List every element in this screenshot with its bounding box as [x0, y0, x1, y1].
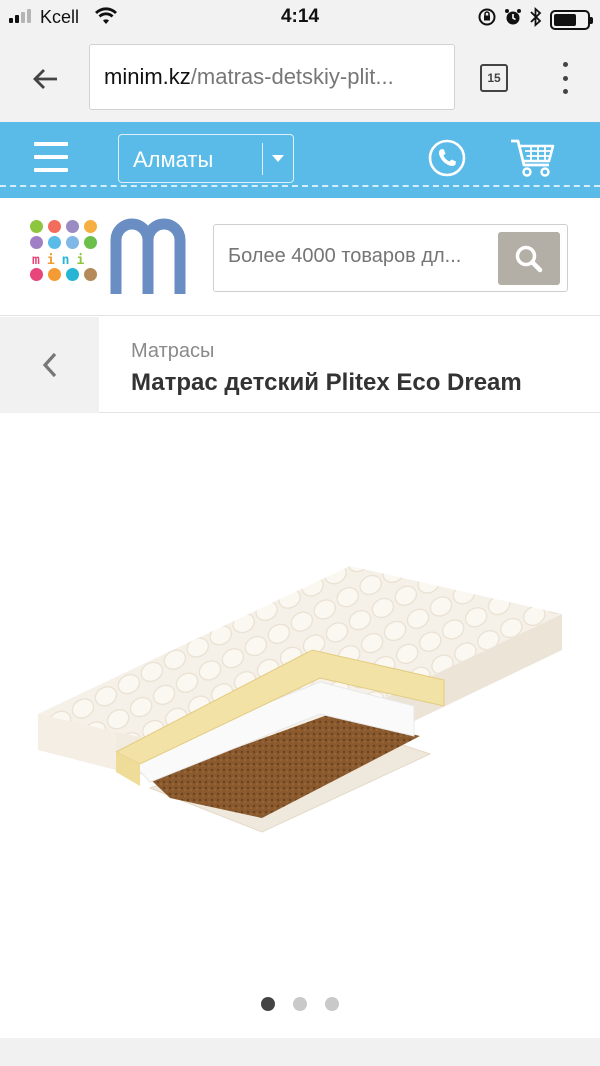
city-select[interactable]: Алматы: [118, 134, 294, 183]
chevron-down-icon: [272, 155, 284, 162]
breadcrumb-back-button[interactable]: [0, 317, 99, 413]
phone-button[interactable]: [428, 139, 466, 177]
logo-dot: [84, 220, 97, 233]
browser-toolbar: minim.kz/matras-detskiy-plit... 15: [0, 34, 600, 122]
url-domain: minim.kz: [104, 64, 191, 89]
arrow-left-icon: [33, 69, 57, 89]
logo-word: mini: [32, 253, 91, 268]
logo-dot: [48, 236, 61, 249]
carousel-dot[interactable]: [325, 997, 339, 1011]
logo-dot: [48, 268, 61, 281]
page-bottom-strip: [0, 1038, 600, 1066]
mattress-image: [38, 566, 562, 833]
cart-button[interactable]: [509, 135, 557, 179]
site-logo[interactable]: mini: [30, 218, 190, 296]
logo-letter: m: [32, 253, 47, 268]
logo-m-letter: [110, 218, 186, 294]
search-box: [213, 224, 568, 292]
search-button[interactable]: [498, 232, 560, 285]
header-stitch-divider: [0, 185, 600, 187]
logo-dot: [30, 268, 43, 281]
logo-dot: [84, 268, 97, 281]
logo-letter: i: [46, 253, 62, 268]
tab-switcher-button[interactable]: 15: [480, 64, 508, 92]
url-path: /matras-detskiy-plit...: [190, 64, 394, 89]
menu-hamburger-button[interactable]: [34, 142, 68, 172]
browser-back-button[interactable]: [28, 62, 62, 96]
logo-dot: [66, 220, 79, 233]
logo-letter: n: [61, 253, 77, 268]
battery-icon: [550, 9, 593, 30]
logo-dot: [48, 220, 61, 233]
logo-dot: [30, 236, 43, 249]
logo-dot: [66, 236, 79, 249]
page-title: Матрас детский Plitex Eco Dream: [131, 369, 522, 396]
logo-dots: [30, 220, 97, 281]
search-icon: [515, 245, 543, 272]
status-bar: Kcell 4:14: [0, 0, 600, 34]
city-select-value: Алматы: [133, 147, 214, 172]
logo-dot: [30, 220, 43, 233]
logo-letter: i: [76, 253, 92, 268]
breadcrumb-category-link[interactable]: Матрасы: [131, 340, 214, 363]
logo-dot: [66, 268, 79, 281]
carousel-dot[interactable]: [261, 997, 275, 1011]
bluetooth-icon: [530, 6, 542, 32]
product-image[interactable]: [0, 414, 600, 974]
carousel-indicator: [0, 997, 600, 1011]
address-bar[interactable]: minim.kz/matras-detskiy-plit...: [89, 44, 455, 110]
chevron-left-icon: [42, 352, 56, 378]
site-header: Алматы: [0, 122, 600, 198]
shopping-cart-icon: [511, 139, 555, 177]
orientation-lock-icon: [478, 8, 496, 31]
alarm-icon: [504, 8, 522, 31]
breadcrumb: Матрасы Матрас детский Plitex Eco Dream: [0, 317, 600, 413]
carousel-dot[interactable]: [293, 997, 307, 1011]
logo-search-row: mini: [0, 198, 600, 316]
browser-menu-button[interactable]: [560, 62, 570, 94]
search-input[interactable]: [228, 245, 498, 268]
phone-icon: [428, 139, 466, 177]
logo-dot: [84, 236, 97, 249]
